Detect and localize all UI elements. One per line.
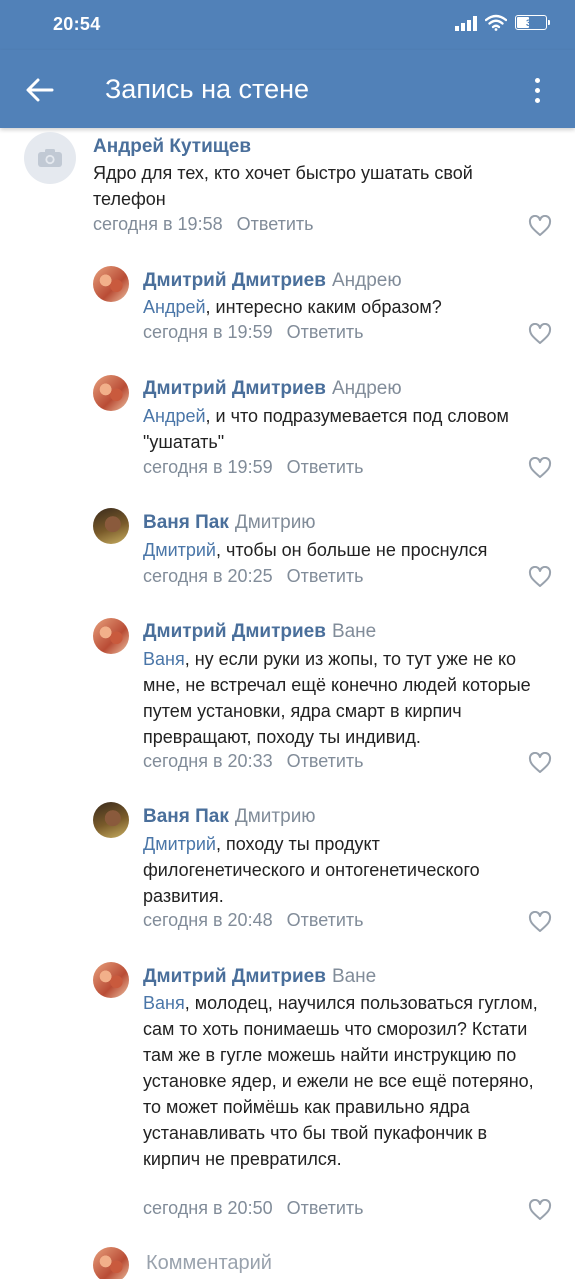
avatar[interactable] [24,132,76,184]
comment-author[interactable]: Андрей Кутищев [93,136,251,158]
mention-link[interactable]: Дмитрий [143,540,216,560]
comment-meta: сегодня в 19:58 Ответить [93,214,314,235]
comment-text: Ваня, молодец, научился пользоваться гуг… [143,993,538,1169]
mention-link[interactable]: Андрей [143,297,206,317]
like-heart-icon[interactable] [528,566,552,588]
like-heart-icon[interactable] [528,1199,552,1221]
comment-text: Дмитрий, походу ты продукт филогенетичес… [143,834,480,906]
reply-button[interactable]: Ответить [237,214,314,234]
comment-author[interactable]: Дмитрий Дмитриев Андрею [143,378,402,400]
reply-button[interactable]: Ответить [287,910,364,930]
back-arrow-icon[interactable] [22,72,58,108]
composer-avatar [93,1247,129,1279]
comment-author[interactable]: Дмитрий Дмитриев Андрею [143,270,402,292]
comment-meta: сегодня в 20:33 Ответить [143,751,364,772]
reply-to-label: Андрею [331,378,402,399]
avatar[interactable] [93,266,129,302]
comment-author[interactable]: Ваня Пак Дмитрию [143,512,316,534]
reply-button[interactable]: Ответить [287,1198,364,1218]
comment-author[interactable]: Дмитрий Дмитриев Ване [143,621,376,643]
signal-icon [455,15,477,31]
reply-to-label: Ване [331,621,377,642]
reply-to-label: Андрею [331,270,402,291]
avatar[interactable] [93,375,129,411]
mention-link[interactable]: Ваня [143,993,185,1013]
mention-link[interactable]: Андрей [143,406,206,426]
like-heart-icon[interactable] [528,752,552,774]
status-time: 20:54 [53,14,101,34]
like-heart-icon[interactable] [528,457,552,479]
mention-link[interactable]: Дмитрий [143,834,216,854]
comment-text: Дмитрий, чтобы он больше не проснулся [143,540,488,560]
comment-text: Ядро для тех, кто хочет быстро ушатать с… [93,163,473,209]
avatar[interactable] [93,508,129,544]
comment-author[interactable]: Ваня Пак Дмитрию [143,806,316,828]
comment-meta: сегодня в 20:48 Ответить [143,910,364,931]
reply-to-label: Ване [331,966,377,987]
comment-time: сегодня в 19:59 [143,322,273,342]
status-icons: 39 [455,14,550,31]
battery-icon: 39 [515,15,550,30]
battery-level: 39 [525,17,536,28]
comment-time: сегодня в 19:59 [143,457,273,477]
comment-time: сегодня в 20:48 [143,910,273,930]
reply-to-label: Дмитрию [234,806,316,827]
reply-to-label: Дмитрию [234,512,316,533]
comment-time: сегодня в 20:25 [143,566,273,586]
comment-meta: сегодня в 19:59 Ответить [143,322,364,343]
comment-time: сегодня в 20:33 [143,751,273,771]
avatar[interactable] [93,962,129,998]
comment-text: Андрей, и что подразумевается под словом… [143,406,509,452]
reply-button[interactable]: Ответить [287,457,364,477]
avatar[interactable] [93,618,129,654]
reply-button[interactable]: Ответить [287,566,364,586]
status-bar: 20:54 39 [0,0,575,50]
more-options-icon[interactable] [519,72,555,108]
camera-icon [38,149,62,167]
mention-link[interactable]: Ваня [143,649,185,669]
reply-button[interactable]: Ответить [287,322,364,342]
comment-meta: сегодня в 20:25 Ответить [143,566,364,587]
comment-time: сегодня в 19:58 [93,214,223,234]
comment-time: сегодня в 20:50 [143,1198,273,1218]
comment-text: Андрей, интересно каким образом? [143,297,442,317]
like-heart-icon[interactable] [528,911,552,933]
wifi-icon [485,14,507,31]
reply-button[interactable]: Ответить [287,751,364,771]
page-title: Запись на стене [105,74,310,104]
avatar[interactable] [93,802,129,838]
comment-meta: сегодня в 20:50 Ответить [143,1198,364,1219]
app-bar: Запись на стене [0,50,575,128]
comment-text: Ваня, ну если руки из жопы, то тут уже н… [143,649,531,747]
like-heart-icon[interactable] [528,215,552,237]
comment-meta: сегодня в 19:59 Ответить [143,457,364,478]
comment-author[interactable]: Дмитрий Дмитриев Ване [143,966,376,988]
comment-input[interactable]: Комментарий [146,1252,272,1275]
like-heart-icon[interactable] [528,323,552,345]
